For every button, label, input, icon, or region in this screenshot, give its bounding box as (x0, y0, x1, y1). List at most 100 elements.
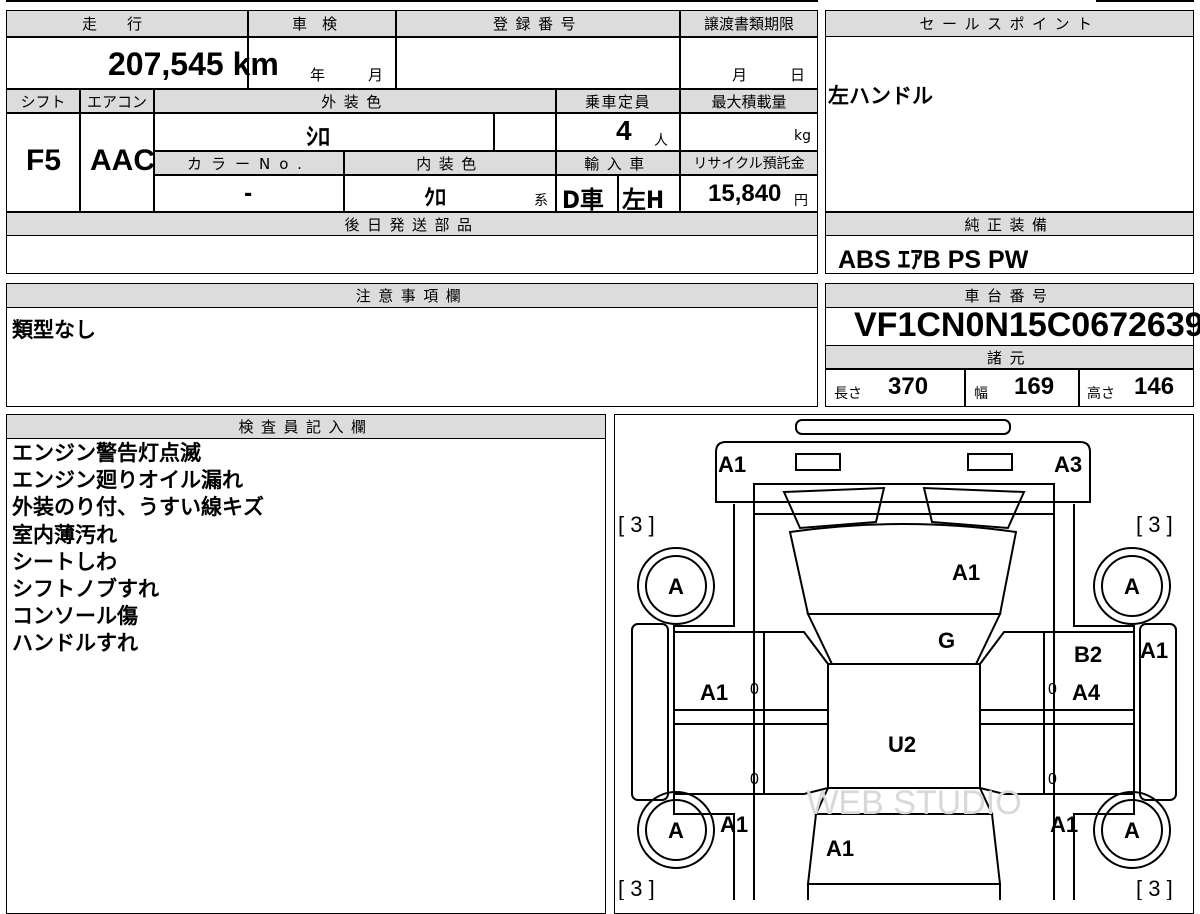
chassis-header: 車台番号 (825, 283, 1194, 308)
bracket-bottom-left: [ 3 ] (618, 876, 655, 900)
sales-point-box (825, 10, 1194, 212)
aircon-header: エアコン (80, 89, 154, 113)
length-label: 長さ (834, 386, 862, 402)
genuine-equipment-header: 純正装備 (825, 212, 1194, 236)
capacity-header: 乗車定員 (556, 89, 680, 113)
shift-header: シフト (6, 89, 80, 113)
body-side-shape (673, 504, 1135, 900)
height-label: 高さ (1087, 386, 1115, 402)
wheel-rl-label: A (668, 818, 684, 843)
damage-right-front-door-lower: A4 (1072, 680, 1101, 705)
front-bumper-shape (715, 441, 1091, 503)
inspector-line: コンソール傷 (12, 604, 138, 629)
sales-point-text: 左ハンドル (828, 84, 933, 108)
wheel-rr-label: A (1124, 818, 1140, 843)
bracket-bottom-right: [ 3 ] (1136, 876, 1173, 900)
specs-header: 諸元 (825, 345, 1194, 369)
chassis-number: VF1CN0N15C0672639 (854, 306, 1200, 344)
wheel-fl-label: A (668, 574, 684, 599)
length-value: 370 (888, 373, 929, 400)
capacity-value: 4 (616, 115, 632, 146)
zero-mark: 0 (750, 681, 759, 698)
right-door-split-shape (980, 709, 1134, 725)
windshield-shape (806, 613, 1002, 665)
exterior-color-header: 外装色 (154, 89, 556, 113)
headlight-left-shape (795, 453, 841, 471)
height-value: 146 (1134, 373, 1175, 400)
transfer-month: 月 (732, 66, 748, 84)
mileage-header: 走行 (6, 10, 248, 37)
interior-color-cell (344, 175, 556, 212)
color-number-header: カラーNo. (154, 151, 344, 175)
left-door-shape (674, 631, 829, 795)
max-load-unit: kg (794, 128, 811, 144)
inspector-line: 室内薄汚れ (12, 522, 117, 547)
interior-color-header: 内装色 (344, 151, 556, 175)
top-strip-line-right (1096, 0, 1194, 2)
inspection-header: 車検 (248, 10, 396, 37)
sales-point-header: セールスポイント (825, 10, 1194, 37)
inspection-year: 年 (310, 66, 326, 84)
damage-front-left: A1 (718, 452, 746, 477)
roof-shape (827, 663, 981, 789)
zero-mark: 0 (1048, 771, 1057, 788)
import-value-2: 左H (622, 186, 665, 214)
damage-right-rear: A1 (1050, 812, 1078, 837)
inspector-line: シフトノブすれ (12, 577, 159, 602)
inspector-line: エンジン廻りオイル漏れ (12, 468, 243, 493)
inspection-month: 月 (368, 66, 384, 84)
damage-left-front-door: A1 (700, 680, 728, 705)
later-parts-header: 後日発送部品 (6, 212, 818, 236)
registration-header: 登録番号 (396, 10, 680, 37)
front-lamp-left-shape (782, 486, 886, 530)
genuine-equipment-text: ABS ｴｱB PS PW (838, 246, 1029, 274)
width-label: 幅 (974, 386, 988, 402)
notes-header: 注意事項欄 (6, 283, 818, 308)
exterior-color-value: ｼﾛ (306, 123, 330, 151)
recycle-unit: 円 (794, 193, 808, 209)
damage-trunk: A1 (826, 836, 854, 861)
damage-left-rear: A1 (720, 812, 748, 837)
right-door-shape (979, 631, 1134, 795)
shift-value: F5 (26, 144, 62, 177)
inspector-line: シートしわ (12, 549, 117, 574)
left-side-panel-shape (631, 623, 669, 801)
grille-shape (753, 483, 1055, 515)
wheel-fr-label: A (1124, 574, 1140, 599)
width-value: 169 (1014, 373, 1055, 400)
notes-text: 類型なし (12, 318, 96, 342)
recycle-value: 15,840 (708, 180, 782, 207)
bracket-top-left: [ 3 ] (618, 512, 655, 537)
left-door-split-shape (674, 709, 828, 725)
inspector-lines: エンジン警告灯点滅 エンジン廻りオイル漏れ 外装のり付、うすい線キズ 室内薄汚れ… (12, 440, 264, 658)
watermark: WEB STUDIO (806, 784, 1021, 822)
rear-bumper-shape (807, 883, 1001, 900)
headlight-right-shape (967, 453, 1013, 471)
inspector-header: 検査員記入欄 (6, 414, 606, 439)
inspector-line: ハンドルすれ (12, 631, 138, 656)
recycle-header: リサイクル預託金 (680, 151, 818, 175)
front-lamp-right-shape (922, 486, 1026, 530)
zero-mark: 0 (1048, 681, 1057, 698)
inspector-line: 外装のり付、うすい線キズ (12, 495, 264, 520)
damage-windshield: G (938, 628, 955, 653)
capacity-unit: 人 (654, 133, 668, 149)
damage-front-right: A3 (1054, 452, 1082, 477)
registration-cell (396, 37, 680, 89)
damage-roof: U2 (888, 732, 916, 757)
bracket-top-right: [ 3 ] (1136, 512, 1173, 537)
top-strip-line (6, 0, 818, 2)
transfer-day: 日 (790, 66, 806, 84)
damage-right-fender: A1 (1140, 638, 1168, 663)
import-header: 輸入車 (556, 151, 680, 175)
interior-color-value: ｸﾛ (424, 186, 447, 211)
transfer-deadline-header: 譲渡書類期限 (680, 10, 818, 37)
damage-hood: A1 (952, 560, 980, 585)
interior-color-suffix: 系 (534, 193, 548, 209)
damage-right-front-door-upper: B2 (1074, 642, 1102, 667)
top-slot-shape (795, 419, 1011, 435)
color-number-value: - (244, 182, 253, 207)
max-load-header: 最大積載量 (680, 89, 818, 113)
import-value-1: D車 (562, 186, 604, 214)
aircon-value: AAC (90, 144, 155, 177)
